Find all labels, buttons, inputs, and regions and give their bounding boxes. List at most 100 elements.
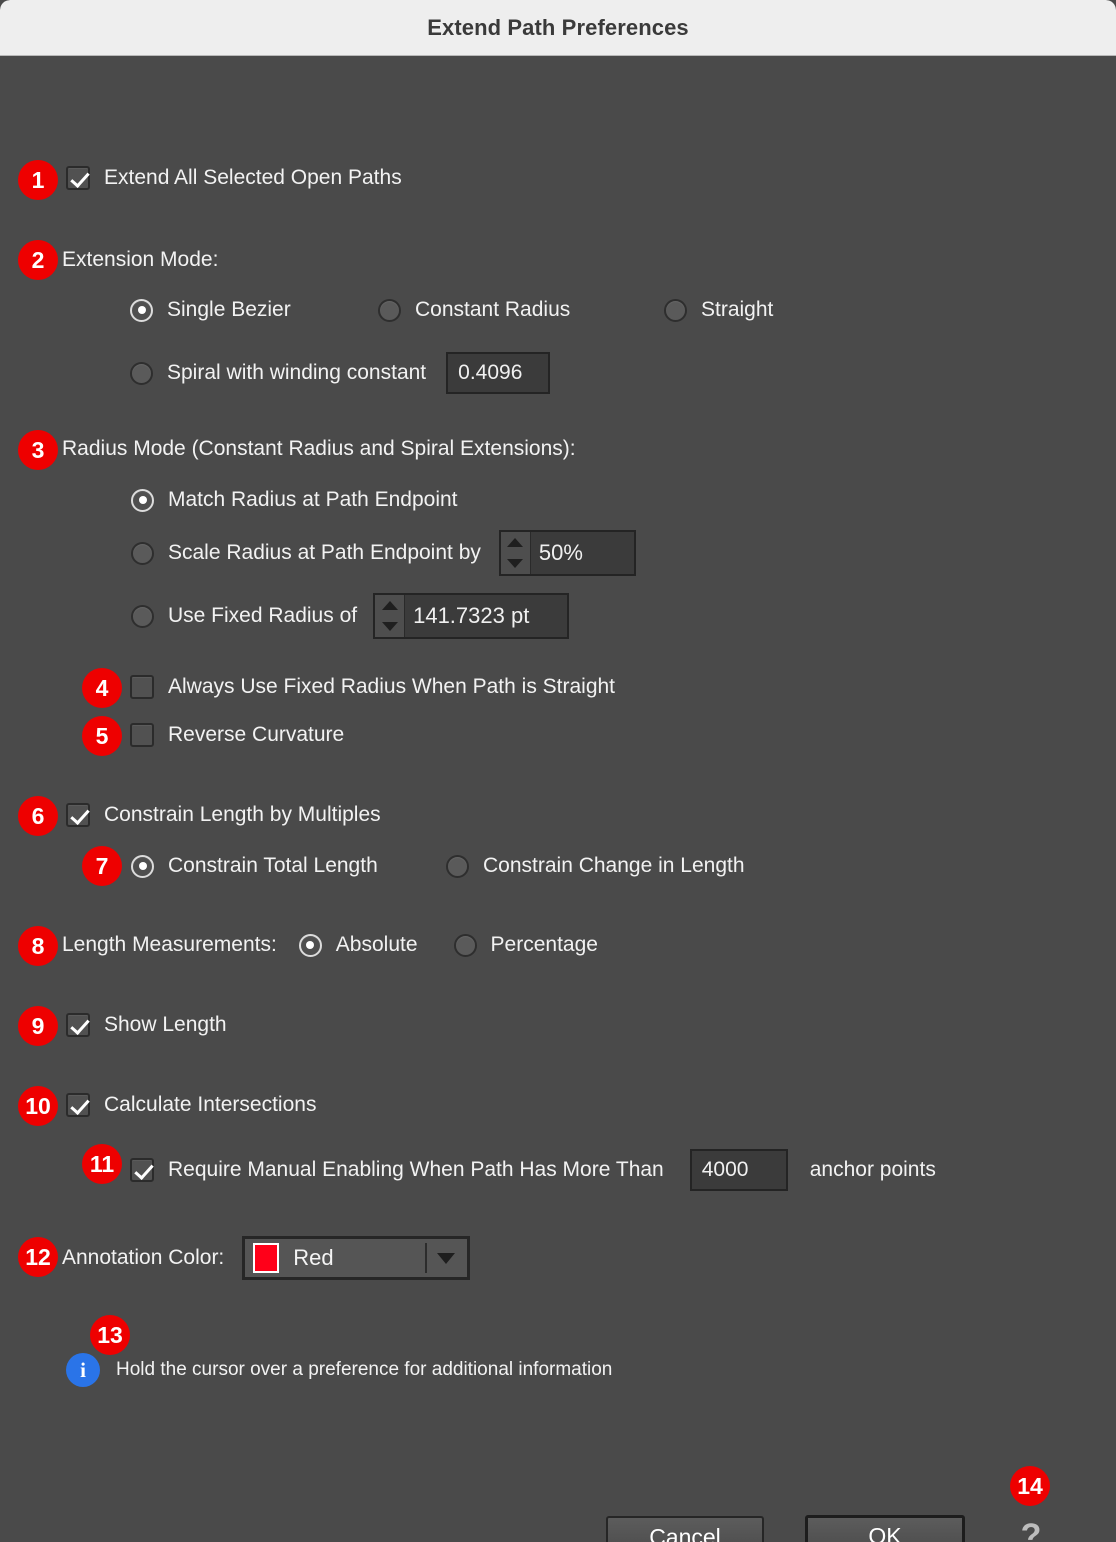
constrain-total-length-row[interactable]: Constrain Total Length [131,854,378,878]
always-fixed-radius-row[interactable]: Always Use Fixed Radius When Path is Str… [130,675,615,699]
cancel-button-label: Cancel [649,1523,721,1542]
radio-percentage[interactable] [453,933,477,957]
ok-button[interactable]: OK [805,1515,965,1542]
reverse-curvature-label: Reverse Curvature [168,723,345,746]
radio-scale-radius-label: Scale Radius at Path Endpoint by [168,541,481,564]
radio-straight-label: Straight [701,298,774,321]
callout-badge-5: 5 [82,716,122,756]
scale-radius-stepper[interactable]: 50% [498,530,636,576]
radio-fixed-radius[interactable] [131,604,154,628]
radio-single-bezier[interactable] [130,298,153,322]
radio-constant-radius-label: Constant Radius [415,298,571,321]
help-button-label: ? [1020,1516,1042,1542]
calculate-intersections-label: Calculate Intersections [104,1093,317,1116]
radius-mode-scale[interactable]: Scale Radius at Path Endpoint by 50% [131,530,636,576]
cancel-button[interactable]: Cancel [606,1516,764,1542]
extension-mode-heading-label: Extension Mode: [62,248,219,271]
always-fixed-radius-label: Always Use Fixed Radius When Path is Str… [168,675,616,698]
length-measurements-heading-label: Length Measurements: [62,933,277,956]
anchor-points-threshold-value: 4000 [701,1158,749,1181]
annotation-color-row: Annotation Color: Red [62,1236,471,1280]
radio-constrain-change-length[interactable] [446,854,469,878]
info-hint-row: i Hold the cursor over a preference for … [66,1353,612,1387]
radio-fixed-radius-label: Use Fixed Radius of [168,604,358,627]
annotation-color-dropdown[interactable]: Red [242,1236,471,1280]
callout-badge-11: 11 [82,1144,122,1184]
callout-badge-10: 10 [18,1086,58,1126]
callout-badge-14: 14 [1010,1466,1050,1506]
radio-scale-radius[interactable] [131,541,154,565]
extend-all-open-paths-checkbox[interactable] [66,166,90,190]
callout-badge-4: 4 [82,668,122,708]
length-measurements-row: Length Measurements: Absolute Percentage [62,933,598,957]
radio-spiral-label: Spiral with winding constant [167,361,427,384]
dialog-titlebar: Extend Path Preferences [0,0,1116,56]
radio-match-radius[interactable] [131,488,154,512]
radio-percentage-label: Percentage [490,933,598,956]
callout-badge-2: 2 [18,240,58,280]
radius-mode-heading-label: Radius Mode (Constant Radius and Spiral … [62,437,576,460]
info-hint-label: Hold the cursor over a preference for ad… [116,1359,613,1380]
calculate-intersections-row[interactable]: Calculate Intersections [66,1093,316,1117]
require-manual-enabling-checkbox[interactable] [130,1158,154,1182]
stepper-down-icon[interactable] [375,616,404,637]
radio-constant-radius[interactable] [378,298,401,322]
fixed-radius-value[interactable]: 141.7323 pt [405,595,539,637]
radius-mode-fixed[interactable]: Use Fixed Radius of 141.7323 pt [131,593,570,639]
ok-button-label: OK [868,1522,902,1542]
extend-all-open-paths-label: Extend All Selected Open Paths [104,166,402,189]
callout-badge-13: 13 [90,1315,130,1355]
radio-absolute[interactable] [298,933,322,957]
callout-badge-9: 9 [18,1006,58,1046]
constrain-change-length-row[interactable]: Constrain Change in Length [446,854,745,878]
radius-mode-match[interactable]: Match Radius at Path Endpoint [131,488,458,512]
annotation-color-heading-label: Annotation Color: [62,1246,225,1269]
radio-constrain-total-length[interactable] [131,854,154,878]
anchor-points-suffix-label: anchor points [809,1158,936,1181]
constrain-length-label: Constrain Length by Multiples [104,803,381,826]
require-manual-enabling-row[interactable]: Require Manual Enabling When Path Has Mo… [130,1149,936,1191]
callout-badge-7: 7 [82,846,122,886]
radius-mode-heading: Radius Mode (Constant Radius and Spiral … [62,437,576,461]
anchor-points-threshold-input[interactable]: 4000 [689,1149,788,1191]
radio-single-bezier-label: Single Bezier [167,298,291,321]
show-length-row[interactable]: Show Length [66,1013,227,1037]
callout-badge-1: 1 [18,160,58,200]
reverse-curvature-row[interactable]: Reverse Curvature [130,723,344,747]
radio-constrain-change-length-label: Constrain Change in Length [483,854,745,877]
annotation-color-value: Red [293,1245,334,1270]
fixed-radius-stepper[interactable]: 141.7323 pt [373,593,570,639]
constrain-length-row[interactable]: Constrain Length by Multiples [66,803,381,827]
always-fixed-radius-checkbox[interactable] [130,675,154,699]
stepper-down-icon[interactable] [501,553,530,574]
stepper-up-icon[interactable] [375,595,404,616]
dropdown-divider [425,1243,428,1273]
chevron-down-icon[interactable] [437,1253,456,1264]
show-length-checkbox[interactable] [66,1013,90,1037]
calculate-intersections-checkbox[interactable] [66,1093,90,1117]
callout-badge-3: 3 [18,430,58,470]
help-button[interactable]: ? [1016,1515,1046,1542]
callout-badge-8: 8 [18,926,58,966]
radio-constrain-total-length-label: Constrain Total Length [168,854,378,877]
scale-radius-stepper-arrows[interactable] [500,532,531,574]
fixed-radius-stepper-arrows[interactable] [375,595,406,637]
extension-mode-single-bezier[interactable]: Single Bezier [130,298,291,322]
scale-radius-value[interactable]: 50% [531,532,593,574]
extension-mode-spiral[interactable]: Spiral with winding constant 0.4096 [130,352,551,394]
extension-mode-heading: Extension Mode: [62,248,218,272]
show-length-label: Show Length [104,1013,227,1036]
extension-mode-constant-radius[interactable]: Constant Radius [378,298,570,322]
stepper-up-icon[interactable] [501,532,530,553]
radio-match-radius-label: Match Radius at Path Endpoint [168,488,458,511]
callout-badge-6: 6 [18,796,58,836]
callout-badge-12: 12 [18,1237,58,1277]
constrain-length-checkbox[interactable] [66,803,90,827]
extend-all-open-paths-row[interactable]: Extend All Selected Open Paths [66,166,402,190]
winding-constant-input[interactable]: 0.4096 [446,352,551,394]
reverse-curvature-checkbox[interactable] [130,723,154,747]
extension-mode-straight[interactable]: Straight [664,298,773,322]
radio-spiral[interactable] [130,361,153,385]
radio-straight[interactable] [664,298,687,322]
require-manual-enabling-label: Require Manual Enabling When Path Has Mo… [168,1158,664,1181]
